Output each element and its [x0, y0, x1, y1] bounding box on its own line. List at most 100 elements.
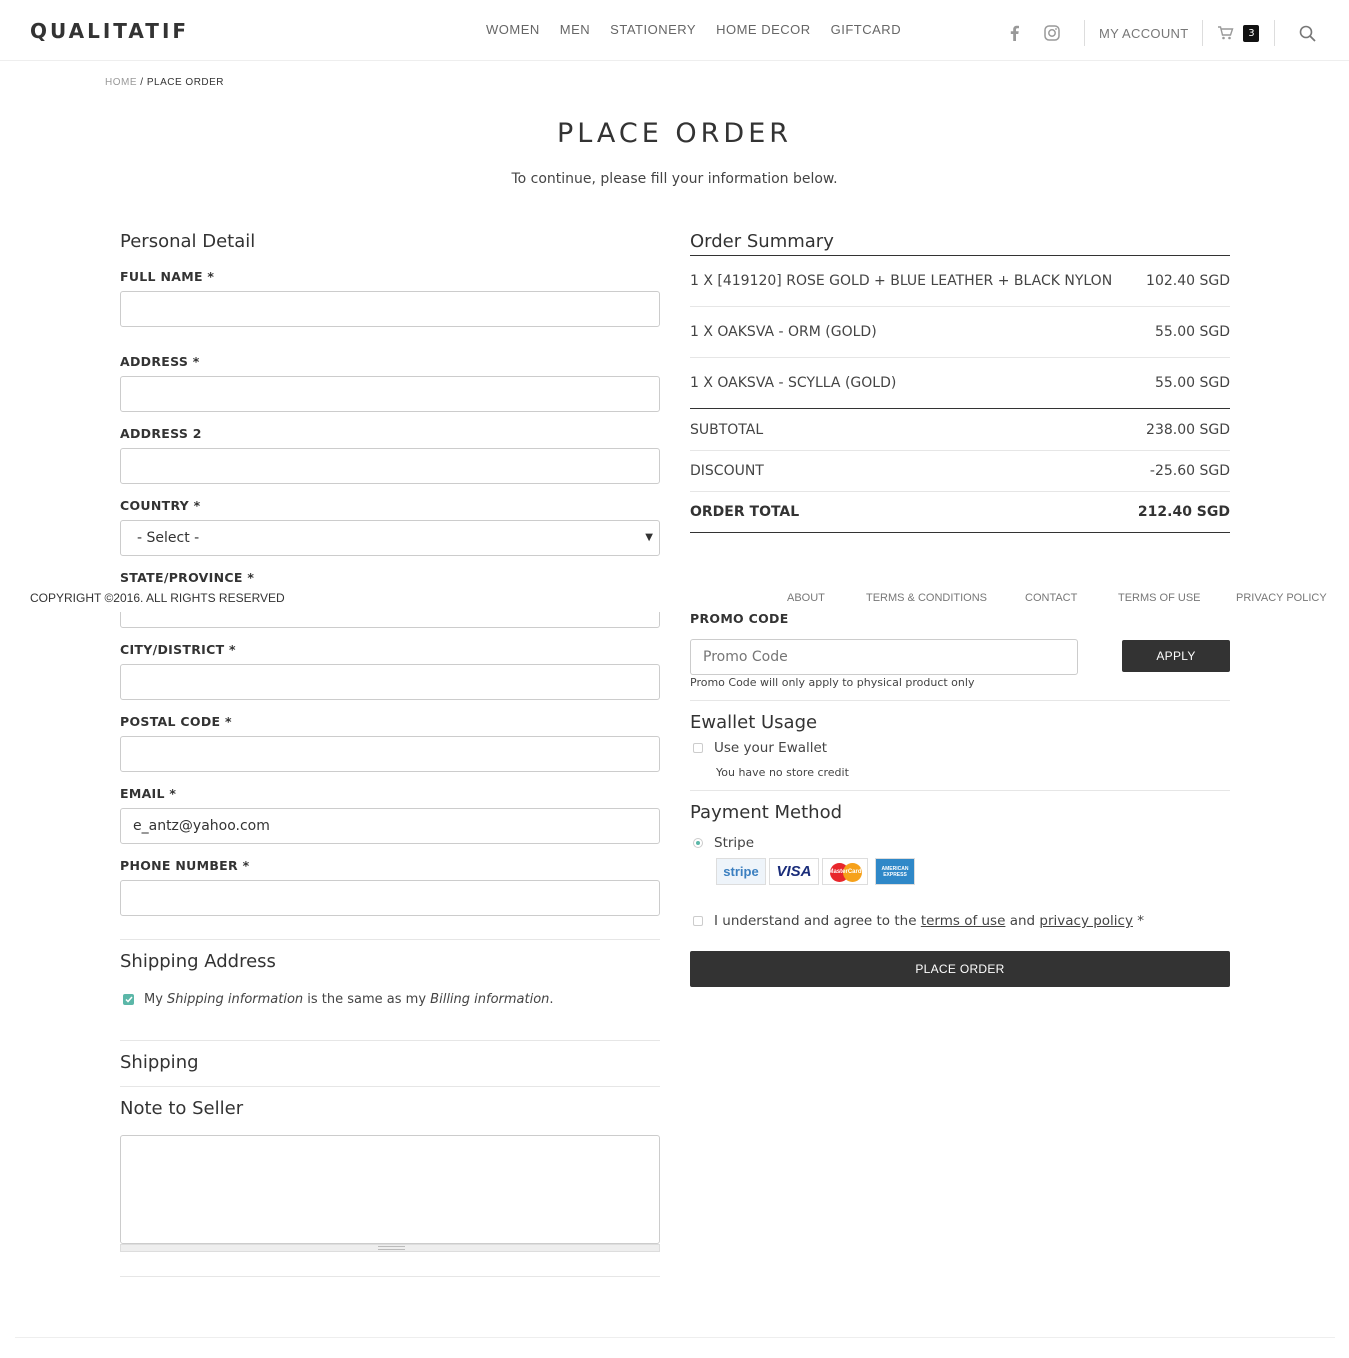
divider: [690, 790, 1230, 791]
phone-field[interactable]: [120, 880, 660, 916]
agree-text: I understand and agree to the: [714, 913, 921, 929]
shipping-address-heading: Shipping Address: [120, 951, 276, 972]
mastercard-text: MasterCard: [828, 868, 862, 875]
order-item-amount: 55.00 SGD: [1154, 324, 1230, 340]
discount-label: DISCOUNT: [690, 463, 764, 479]
order-item-row: 1 X [419120] ROSE GOLD + BLUE LEATHER + …: [690, 273, 1230, 289]
header-divider: [1202, 20, 1204, 46]
grip-icon: [378, 1246, 405, 1250]
stripe-label: Stripe: [714, 835, 755, 851]
subtotal-row: SUBTOTAL 238.00 SGD: [690, 422, 1230, 438]
postal-code-field[interactable]: [120, 736, 660, 772]
same-address-text: My: [144, 992, 168, 1007]
subtotal-label: SUBTOTAL: [690, 422, 764, 438]
header-divider: [1084, 20, 1085, 46]
divider: [690, 357, 1230, 358]
textarea-resize-handle[interactable]: [120, 1244, 660, 1252]
search-icon[interactable]: [1299, 25, 1317, 42]
terms-of-use-link[interactable]: terms of use: [921, 913, 1006, 929]
email-field[interactable]: e_antz@yahoo.com: [120, 808, 660, 844]
chevron-down-icon: ▼: [645, 532, 653, 543]
order-summary-rule: [690, 255, 1230, 256]
city-label: CITY/DISTRICT *: [120, 642, 236, 657]
postal-code-label: POSTAL CODE *: [120, 714, 232, 729]
phone-label: PHONE NUMBER *: [120, 858, 250, 873]
agree-terms-label: I understand and agree to the terms of u…: [714, 913, 1144, 929]
email-field-value: e_antz@yahoo.com: [133, 818, 270, 834]
visa-card-logo: VISA: [769, 858, 819, 885]
same-address-checkbox[interactable]: [123, 994, 134, 1005]
order-item-name: 1 X [419120] ROSE GOLD + BLUE LEATHER + …: [690, 273, 1113, 289]
header-utilities: MY ACCOUNT 3: [1000, 20, 1317, 46]
order-summary-rule: [690, 532, 1230, 533]
order-summary-rule: [690, 408, 1230, 409]
stripe-radio[interactable]: [693, 838, 703, 848]
order-summary-heading: Order Summary: [690, 231, 834, 252]
divider: [690, 700, 1230, 701]
footer-link-terms-of-use[interactable]: TERMS OF USE: [1118, 592, 1201, 604]
facebook-icon[interactable]: [1002, 21, 1026, 45]
payment-method-heading: Payment Method: [690, 802, 843, 823]
promo-code-label: PROMO CODE: [690, 611, 789, 626]
footer-link-contact[interactable]: CONTACT: [1025, 592, 1077, 604]
full-name-label: FULL NAME *: [120, 269, 215, 284]
discount-value: -25.60 SGD: [1149, 463, 1230, 479]
address2-field[interactable]: [120, 448, 660, 484]
stripe-card-logo: stripe: [716, 858, 766, 885]
state-label: STATE/PROVINCE *: [120, 570, 255, 585]
note-to-seller-textarea[interactable]: [120, 1135, 660, 1244]
divider: [690, 491, 1230, 492]
nav-home-decor[interactable]: HOME DECOR: [716, 22, 811, 37]
divider: [120, 1276, 660, 1277]
order-total-value: 212.40 SGD: [1137, 504, 1230, 520]
divider: [120, 939, 660, 940]
divider: [120, 1040, 660, 1041]
note-to-seller-heading: Note to Seller: [120, 1098, 244, 1119]
my-account-link[interactable]: MY ACCOUNT: [1099, 26, 1188, 41]
order-item-amount: 55.00 SGD: [1154, 375, 1230, 391]
promo-note: Promo Code will only apply to physical p…: [690, 676, 975, 689]
privacy-policy-link[interactable]: privacy policy: [1039, 913, 1133, 929]
divider: [120, 1086, 660, 1087]
cart-icon: [1218, 26, 1234, 40]
personal-detail-section: Personal Detail FULL NAME * ADDRESS * AD…: [120, 0, 660, 1358]
use-ewallet-label: Use your Ewallet: [714, 740, 828, 756]
full-name-field[interactable]: [120, 291, 660, 327]
address-field[interactable]: [120, 376, 660, 412]
subtotal-value: 238.00 SGD: [1146, 422, 1230, 438]
order-item-name: 1 X OAKSVA - SCYLLA (GOLD): [690, 375, 897, 391]
order-item-name: 1 X OAKSVA - ORM (GOLD): [690, 324, 877, 340]
agree-text: *: [1132, 913, 1145, 929]
cart-button[interactable]: 3: [1217, 24, 1260, 42]
promo-code-input[interactable]: [690, 639, 1078, 675]
same-address-text: is the same as my: [303, 992, 431, 1007]
footer-link-privacy-policy[interactable]: PRIVACY POLICY: [1236, 592, 1327, 604]
agree-text: and: [1005, 913, 1040, 929]
divider: [690, 306, 1230, 307]
same-address-label: My Shipping information is the same as m…: [144, 992, 554, 1007]
check-icon: [124, 996, 133, 1003]
instagram-icon[interactable]: [1040, 21, 1064, 45]
place-order-button[interactable]: PLACE ORDER: [690, 951, 1230, 987]
footer-link-terms-conditions[interactable]: TERMS & CONDITIONS: [866, 592, 987, 604]
country-select[interactable]: - Select - ▼: [120, 520, 660, 556]
country-select-value: - Select -: [137, 530, 200, 546]
use-ewallet-checkbox[interactable]: [693, 743, 703, 753]
order-total-row: ORDER TOTAL 212.40 SGD: [690, 504, 1230, 520]
footer-link-about[interactable]: ABOUT: [787, 592, 825, 604]
country-label: COUNTRY *: [120, 498, 201, 513]
nav-giftcard[interactable]: GIFTCARD: [831, 22, 901, 37]
divider: [690, 450, 1230, 451]
footer-copyright: COPYRIGHT ©2016. ALL RIGHTS RESERVED: [30, 591, 285, 605]
header-divider: [1274, 20, 1276, 46]
city-field[interactable]: [120, 664, 660, 700]
email-label: EMAIL *: [120, 786, 177, 801]
cart-count-badge: 3: [1243, 24, 1260, 42]
same-address-text-italic: Billing information: [430, 992, 550, 1007]
shipping-heading: Shipping: [120, 1052, 199, 1073]
agree-terms-checkbox[interactable]: [693, 916, 703, 926]
ewallet-heading: Ewallet Usage: [690, 712, 818, 733]
discount-row: DISCOUNT -25.60 SGD: [690, 463, 1230, 479]
apply-promo-button[interactable]: APPLY: [1122, 640, 1230, 672]
same-address-text-italic: Shipping information: [167, 992, 304, 1007]
